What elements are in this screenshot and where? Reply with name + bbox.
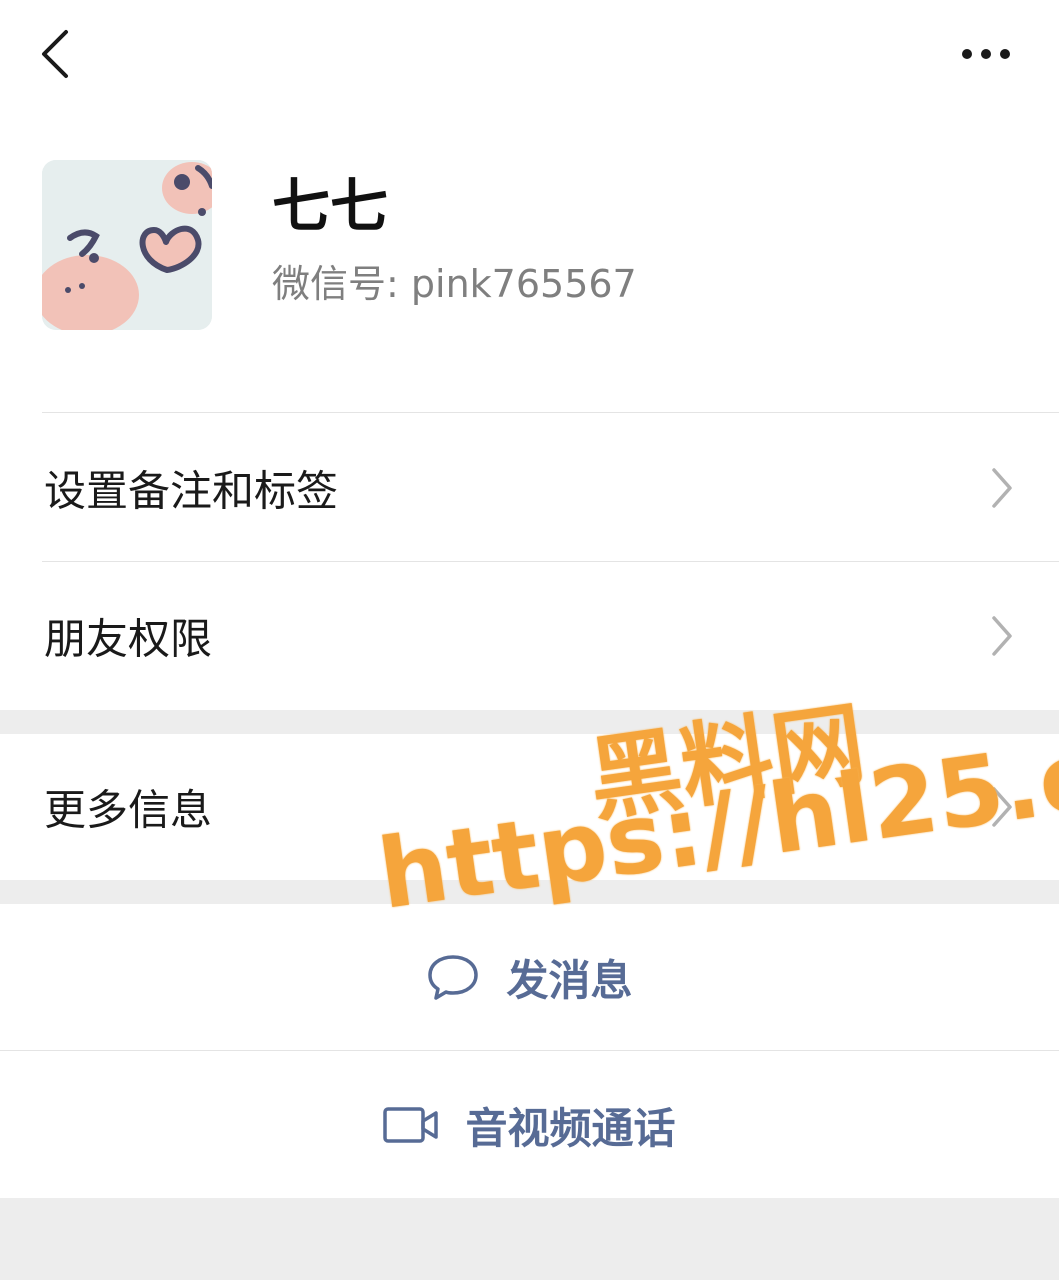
video-call-button[interactable]: 音视频通话 xyxy=(0,1052,1059,1198)
menu-item-label: 更多信息 xyxy=(44,785,213,835)
menu-item-label: 朋友权限 xyxy=(44,614,213,664)
more-info-section: 更多信息 xyxy=(0,734,1059,880)
ellipsis-icon xyxy=(962,49,1010,59)
contact-profile-page: 七七 微信号: pink765567 设置备注和标签 朋友权限 更多信息 发消息… xyxy=(0,0,1059,1280)
send-message-label: 发消息 xyxy=(506,955,633,1005)
video-call-label: 音视频通话 xyxy=(465,1103,676,1153)
wechat-id-value: pink765567 xyxy=(410,262,637,306)
chevron-right-icon xyxy=(992,468,1012,508)
avatar[interactable] xyxy=(42,160,212,330)
send-message-content: 发消息 xyxy=(426,947,633,1008)
chevron-left-icon xyxy=(42,30,68,78)
send-message-button[interactable]: 发消息 xyxy=(0,904,1059,1050)
contact-nickname: 七七 xyxy=(272,172,389,240)
avatar-illustration xyxy=(42,160,212,330)
back-button[interactable] xyxy=(30,22,80,86)
menu-item-label: 设置备注和标签 xyxy=(44,466,339,516)
actions-section: 发消息 音视频通话 xyxy=(0,904,1059,1198)
more-options-button[interactable] xyxy=(948,30,1024,78)
profile-divider xyxy=(42,412,1059,413)
menu-item-more-info[interactable]: 更多信息 xyxy=(0,734,1059,880)
action-divider xyxy=(0,1050,1059,1051)
wechat-id-line: 微信号: pink765567 xyxy=(272,258,637,310)
wechat-id-label: 微信号: xyxy=(272,262,399,306)
profile-card: 七七 微信号: pink765567 设置备注和标签 朋友权限 xyxy=(0,0,1059,710)
chevron-right-icon xyxy=(992,787,1012,827)
video-camera-icon xyxy=(383,1107,439,1143)
chevron-right-icon xyxy=(992,616,1012,656)
menu-item-remark-tags[interactable]: 设置备注和标签 xyxy=(0,414,1059,562)
menu-item-friend-permissions[interactable]: 朋友权限 xyxy=(0,562,1059,710)
video-call-content: 音视频通话 xyxy=(383,1095,676,1156)
chat-bubble-icon xyxy=(428,955,479,1000)
